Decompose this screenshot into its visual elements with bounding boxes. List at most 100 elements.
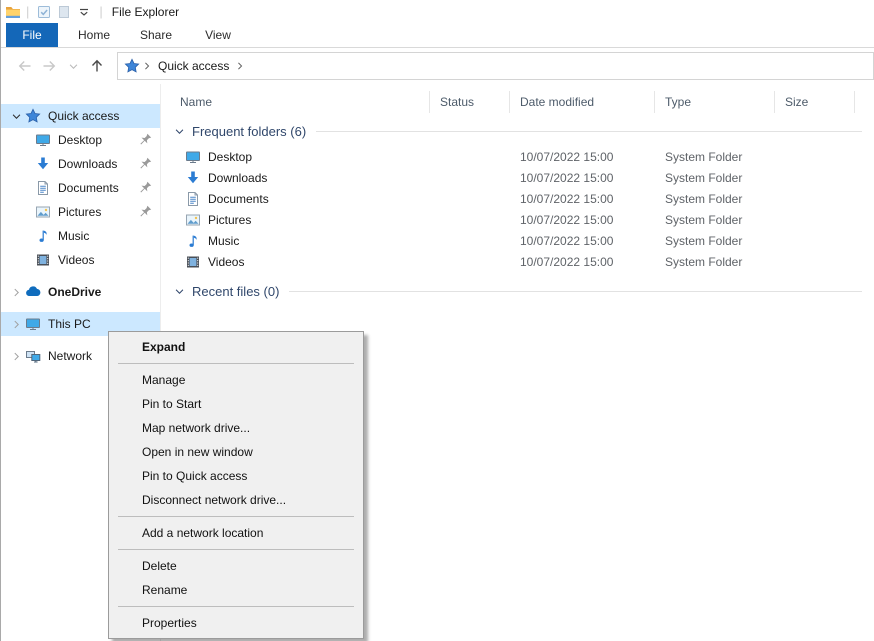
address-bar[interactable]: Quick access xyxy=(117,52,874,80)
sidebar-item-label: Pictures xyxy=(58,205,101,219)
breadcrumb-quick-access[interactable]: Quick access xyxy=(158,59,229,73)
column-header-status[interactable]: Status xyxy=(430,91,510,113)
sidebar-item-label: This PC xyxy=(48,317,91,331)
qat-new-folder-button[interactable] xyxy=(54,2,74,22)
column-header-date-modified[interactable]: Date modified xyxy=(510,91,655,113)
chevron-right-icon[interactable] xyxy=(7,284,25,300)
file-type: System Folder xyxy=(655,192,775,206)
file-type: System Folder xyxy=(655,213,775,227)
quick-access-star-icon xyxy=(25,108,41,124)
menu-item-properties[interactable]: Properties xyxy=(109,611,363,635)
file-row-music[interactable]: Music 10/07/2022 15:00 System Folder xyxy=(161,230,874,251)
menu-item-disconnect-network-drive[interactable]: Disconnect network drive... xyxy=(109,488,363,512)
sidebar-item-label: Documents xyxy=(58,181,119,195)
sidebar-item-quick-access[interactable]: Quick access xyxy=(1,104,160,128)
forward-button[interactable] xyxy=(37,54,61,78)
tab-home[interactable]: Home xyxy=(68,23,120,47)
column-header-name[interactable]: Name xyxy=(161,91,430,113)
onedrive-cloud-icon xyxy=(25,284,41,300)
sidebar-item-label: Music xyxy=(58,229,89,243)
group-divider-line xyxy=(316,131,862,132)
tab-view[interactable]: View xyxy=(192,23,244,47)
sidebar-item-label: Downloads xyxy=(58,157,117,171)
file-name: Pictures xyxy=(208,213,251,227)
menu-item-open-in-new-window[interactable]: Open in new window xyxy=(109,440,363,464)
music-icon xyxy=(35,228,51,244)
file-date-modified: 10/07/2022 15:00 xyxy=(510,192,655,206)
title-bar: | | File Explorer xyxy=(1,0,874,23)
tab-file[interactable]: File xyxy=(6,23,58,47)
chevron-right-icon[interactable] xyxy=(7,348,25,364)
downloads-icon xyxy=(35,156,51,172)
explorer-logo-icon xyxy=(5,4,21,20)
menu-item-manage[interactable]: Manage xyxy=(109,368,363,392)
up-button[interactable] xyxy=(85,54,109,78)
file-row-desktop[interactable]: Desktop 10/07/2022 15:00 System Folder xyxy=(161,146,874,167)
back-button[interactable] xyxy=(13,54,37,78)
file-date-modified: 10/07/2022 15:00 xyxy=(510,150,655,164)
file-type: System Folder xyxy=(655,255,775,269)
sidebar-item-desktop[interactable]: Desktop xyxy=(1,128,160,152)
file-row-documents[interactable]: Documents 10/07/2022 15:00 System Folder xyxy=(161,188,874,209)
tab-share[interactable]: Share xyxy=(130,23,182,47)
sidebar-item-pictures[interactable]: Pictures xyxy=(1,200,160,224)
file-row-downloads[interactable]: Downloads 10/07/2022 15:00 System Folder xyxy=(161,167,874,188)
arrow-right-icon xyxy=(41,58,57,74)
menu-item-map-network-drive[interactable]: Map network drive... xyxy=(109,416,363,440)
pin-icon xyxy=(137,180,153,196)
qat-customize-button[interactable] xyxy=(74,2,94,22)
chevron-down-icon[interactable] xyxy=(7,108,25,124)
chevron-right-icon[interactable] xyxy=(7,316,25,332)
videos-icon xyxy=(35,252,51,268)
group-header-frequent-folders[interactable]: Frequent folders (6) xyxy=(161,120,874,142)
breadcrumb-chevron-icon[interactable] xyxy=(235,61,245,71)
group-header-recent-files[interactable]: Recent files (0) xyxy=(161,280,874,302)
menu-item-rename[interactable]: Rename xyxy=(109,578,363,602)
file-type: System Folder xyxy=(655,150,775,164)
sidebar-item-label: OneDrive xyxy=(48,285,101,299)
music-icon xyxy=(185,233,201,249)
sidebar-item-documents[interactable]: Documents xyxy=(1,176,160,200)
sidebar-item-videos[interactable]: Videos xyxy=(1,248,160,272)
menu-separator xyxy=(118,606,354,607)
network-icon xyxy=(25,348,41,364)
downloads-icon xyxy=(185,170,201,186)
chevron-down-icon[interactable] xyxy=(174,126,185,137)
group-divider-line xyxy=(289,291,862,292)
file-name: Music xyxy=(208,234,239,248)
sidebar-item-onedrive[interactable]: OneDrive xyxy=(1,280,160,304)
titlebar-divider: | xyxy=(26,4,29,19)
recent-locations-button[interactable] xyxy=(61,54,85,78)
column-headers: Name Status Date modified Type Size xyxy=(161,89,874,115)
file-row-videos[interactable]: Videos 10/07/2022 15:00 System Folder xyxy=(161,251,874,272)
sidebar-item-label: Quick access xyxy=(48,109,119,123)
file-date-modified: 10/07/2022 15:00 xyxy=(510,213,655,227)
pin-icon xyxy=(137,204,153,220)
documents-icon xyxy=(35,180,51,196)
breadcrumb-chevron-icon[interactable] xyxy=(142,61,152,71)
group-title: Frequent folders (6) xyxy=(192,124,306,139)
this-pc-icon xyxy=(25,316,41,332)
navigation-bar: Quick access xyxy=(1,48,874,84)
file-date-modified: 10/07/2022 15:00 xyxy=(510,255,655,269)
menu-item-pin-to-quick-access[interactable]: Pin to Quick access xyxy=(109,464,363,488)
chevron-down-icon[interactable] xyxy=(174,286,185,297)
menu-item-add-network-location[interactable]: Add a network location xyxy=(109,521,363,545)
menu-separator xyxy=(118,363,354,364)
file-date-modified: 10/07/2022 15:00 xyxy=(510,234,655,248)
menu-item-delete[interactable]: Delete xyxy=(109,554,363,578)
group-title: Recent files (0) xyxy=(192,284,279,299)
column-header-size[interactable]: Size xyxy=(775,91,855,113)
sidebar-item-downloads[interactable]: Downloads xyxy=(1,152,160,176)
sidebar-item-music[interactable]: Music xyxy=(1,224,160,248)
qat-properties-button[interactable] xyxy=(34,2,54,22)
menu-item-expand[interactable]: Expand xyxy=(109,335,363,359)
menu-item-pin-to-start[interactable]: Pin to Start xyxy=(109,392,363,416)
file-type: System Folder xyxy=(655,234,775,248)
sidebar-item-label: Desktop xyxy=(58,133,102,147)
file-row-pictures[interactable]: Pictures 10/07/2022 15:00 System Folder xyxy=(161,209,874,230)
column-header-type[interactable]: Type xyxy=(655,91,775,113)
this-pc-context-menu: Expand Manage Pin to Start Map network d… xyxy=(108,331,364,639)
menu-separator xyxy=(118,549,354,550)
videos-icon xyxy=(185,254,201,270)
